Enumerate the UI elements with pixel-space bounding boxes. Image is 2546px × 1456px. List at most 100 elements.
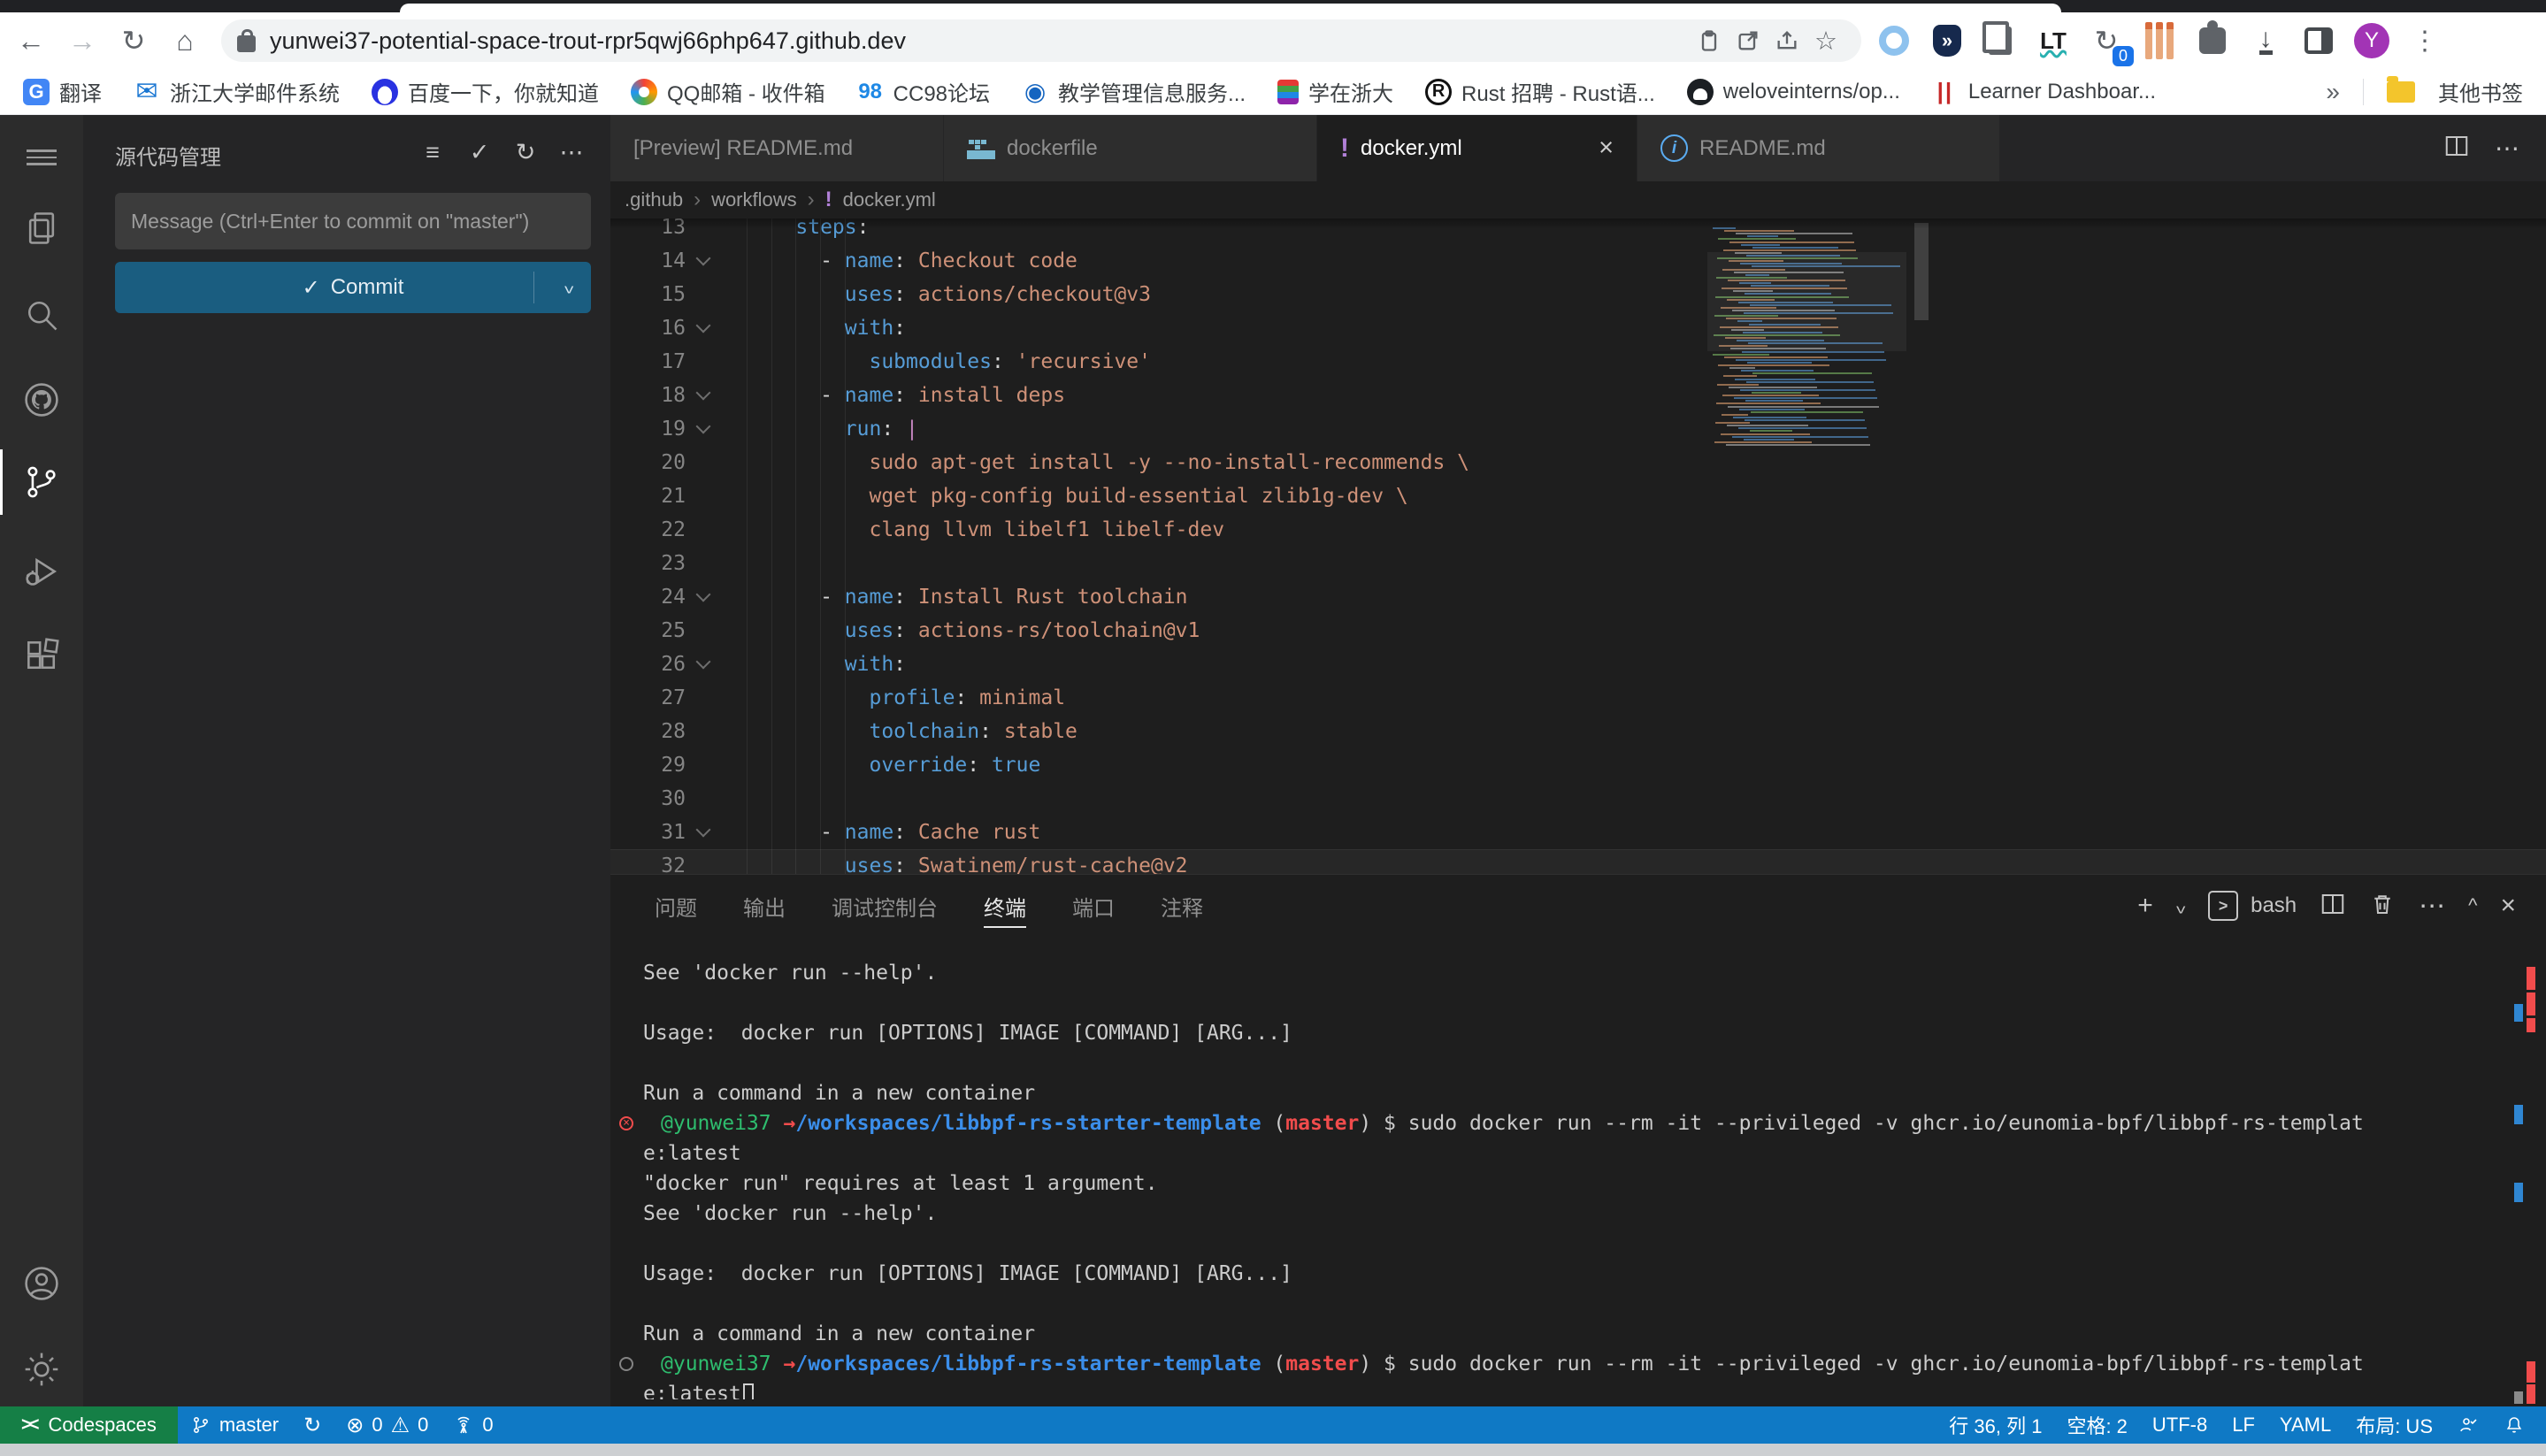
breadcrumb-item[interactable]: docker.yml <box>843 188 936 211</box>
refresh-icon[interactable]: ↻ <box>508 136 543 168</box>
panel-tab-4[interactable]: 端口 <box>1049 875 1138 937</box>
split-editor-icon[interactable] <box>2443 133 2470 164</box>
reload-button[interactable]: ↻ <box>113 20 154 61</box>
minimap-slider[interactable] <box>1707 252 1906 351</box>
extensions-puzzle-icon[interactable] <box>2194 22 2231 59</box>
bookmark-cc98[interactable]: 98CC98论坛 <box>857 76 990 107</box>
clipboard-icon[interactable] <box>1690 21 1729 60</box>
url-bar[interactable]: yunwei37-potential-space-trout-rpr5qwj66… <box>221 19 1861 62</box>
fold-chevron-icon[interactable] <box>686 648 721 681</box>
commit-message-input[interactable]: Message (Ctrl+Enter to commit on "master… <box>115 193 591 249</box>
sync-changes-button[interactable]: ↻ <box>291 1406 334 1444</box>
browser-active-tab[interactable] <box>400 4 2061 12</box>
bookmark-star-icon[interactable]: ☆ <box>1806 21 1845 60</box>
terminal-dropdown-icon[interactable]: ^ <box>2176 894 2185 917</box>
extension-shield-icon[interactable]: » <box>1929 22 1966 59</box>
new-terminal-icon[interactable]: + <box>2137 891 2153 921</box>
extension-copy-icon[interactable] <box>1982 22 2019 59</box>
profile-avatar[interactable]: Y <box>2353 22 2390 59</box>
fold-chevron-icon[interactable] <box>686 244 721 278</box>
browser-menu-icon[interactable]: ⋮ <box>2406 22 2443 59</box>
home-button[interactable]: ⌂ <box>165 20 205 61</box>
extensions-icon[interactable] <box>22 636 61 675</box>
bookmark-github[interactable]: weloveinterns/op... <box>1687 79 1900 105</box>
bookmark-xuezai-zju[interactable]: 学在浙大 <box>1277 76 1393 107</box>
editor-tab-dockerfile[interactable]: dockerfile <box>944 115 1317 181</box>
terminal-line: ×@yunwei37 →/workspaces/libbpf-rs-starte… <box>610 1108 2546 1138</box>
explorer-icon[interactable] <box>22 209 61 248</box>
panel-tab-0[interactable]: 问题 <box>632 875 720 937</box>
fold-chevron-icon[interactable] <box>686 311 721 345</box>
commit-check-icon[interactable]: ✓ <box>462 136 497 168</box>
split-terminal-icon[interactable] <box>2320 891 2346 922</box>
branch-indicator[interactable]: master <box>178 1406 291 1444</box>
status-eol[interactable]: LF <box>2220 1406 2267 1444</box>
downloads-icon[interactable]: ↓ <box>2247 22 2284 59</box>
bookmark-zju-service[interactable]: ◉教学管理信息服务... <box>1022 76 1246 107</box>
editor-scrollbar[interactable] <box>1914 223 1929 320</box>
bookmark-zju-mail[interactable]: ✉浙江大学邮件系统 <box>134 76 340 107</box>
github-icon[interactable] <box>22 380 61 419</box>
fold-chevron-icon[interactable] <box>686 379 721 412</box>
fold-chevron-icon[interactable] <box>686 580 721 614</box>
panel-more-actions-icon[interactable]: ⋯ <box>2419 891 2445 922</box>
search-icon[interactable] <box>22 295 61 334</box>
codespaces-remote-indicator[interactable]: >< Codespaces <box>0 1406 178 1444</box>
share-icon[interactable] <box>1768 21 1806 60</box>
source-control-icon[interactable] <box>22 463 61 502</box>
bookmark-learner-dashboard[interactable]: ||Learner Dashboar... <box>1932 79 2156 105</box>
extension-ring-icon[interactable] <box>1875 22 1913 59</box>
settings-gear-icon[interactable] <box>22 1350 61 1389</box>
bookmark-baidu[interactable]: 百度一下，你就知道 <box>372 76 599 107</box>
breadcrumb-item[interactable]: .github <box>625 188 683 211</box>
code-editor[interactable]: 13 steps:14 - name: Checkout code15 uses… <box>610 218 2546 874</box>
menu-icon[interactable] <box>22 138 61 177</box>
editor-tab-readme-md[interactable]: iREADME.md <box>1637 115 2000 181</box>
close-panel-icon[interactable]: × <box>2500 891 2516 921</box>
more-actions-icon[interactable]: ⋯ <box>554 136 589 168</box>
problems-indicator[interactable]: ⊗ 0 ⚠ 0 <box>334 1406 441 1444</box>
kill-terminal-icon[interactable] <box>2369 891 2396 922</box>
commit-button[interactable]: ✓ Commit ^ <box>115 262 591 313</box>
account-icon[interactable] <box>22 1264 61 1303</box>
panel-tab-1[interactable]: 输出 <box>720 875 809 937</box>
ports-indicator[interactable]: 0 <box>441 1406 505 1444</box>
breadcrumb[interactable]: .github›workflows›!docker.yml <box>610 181 2546 218</box>
bookmark-qq-mail[interactable]: QQ邮箱 - 收件箱 <box>631 76 825 107</box>
editor-tab-preview-readme-md[interactable]: [Preview] README.md <box>610 115 944 181</box>
close-tab-icon[interactable]: × <box>1599 134 1614 163</box>
shell-label[interactable]: bash <box>2251 893 2297 918</box>
panel-tab-5[interactable]: 注释 <box>1138 875 1226 937</box>
status-indentation[interactable]: 空格: 2 <box>2054 1406 2139 1444</box>
view-as-list-icon[interactable]: ≡ <box>415 136 450 168</box>
panel-tab-2[interactable]: 调试控制台 <box>809 875 961 937</box>
bookmark-rust[interactable]: RRust 招聘 - Rust语... <box>1425 76 1655 107</box>
run-debug-icon[interactable] <box>22 552 61 591</box>
commit-dropdown-icon[interactable]: ^ <box>564 274 573 297</box>
forward-button[interactable]: → <box>62 20 103 61</box>
status-keyboard-layout[interactable]: 布局: US <box>2343 1406 2445 1444</box>
editor-tab-docker-yml[interactable]: !docker.yml× <box>1317 115 1637 181</box>
editor-more-actions-icon[interactable]: ⋯ <box>2495 134 2519 163</box>
terminal-icon: > <box>2208 891 2238 921</box>
notifications-bell-icon[interactable] <box>2491 1406 2537 1444</box>
panel-tab-3[interactable]: 终端 <box>961 875 1049 937</box>
status-encoding[interactable]: UTF-8 <box>2140 1406 2220 1444</box>
other-bookmarks[interactable]: 其他书签 <box>2438 76 2523 107</box>
fold-chevron-icon[interactable] <box>686 412 721 446</box>
maximize-panel-icon[interactable]: ^ <box>2468 894 2477 917</box>
feedback-icon[interactable] <box>2445 1406 2491 1444</box>
terminal[interactable]: See 'docker run --help'.Usage: docker ru… <box>610 937 2546 1399</box>
bookmark-google-translate[interactable]: G翻译 <box>23 76 102 107</box>
fold-chevron-icon[interactable] <box>686 816 721 849</box>
bookmarks-overflow-chevron[interactable]: » <box>2326 78 2340 106</box>
status-language-mode[interactable]: YAML <box>2267 1406 2343 1444</box>
extension-sync-icon[interactable]: ↻0 <box>2088 22 2125 59</box>
status-line-col[interactable]: 行 36, 列 1 <box>1936 1406 2054 1444</box>
breadcrumb-item[interactable]: workflows <box>711 188 797 211</box>
languagetool-icon[interactable]: LT <box>2035 22 2072 59</box>
side-panel-icon[interactable] <box>2300 22 2337 59</box>
open-in-new-icon[interactable] <box>1729 21 1768 60</box>
back-button[interactable]: ← <box>11 20 51 61</box>
extension-pens-icon[interactable] <box>2141 22 2178 59</box>
